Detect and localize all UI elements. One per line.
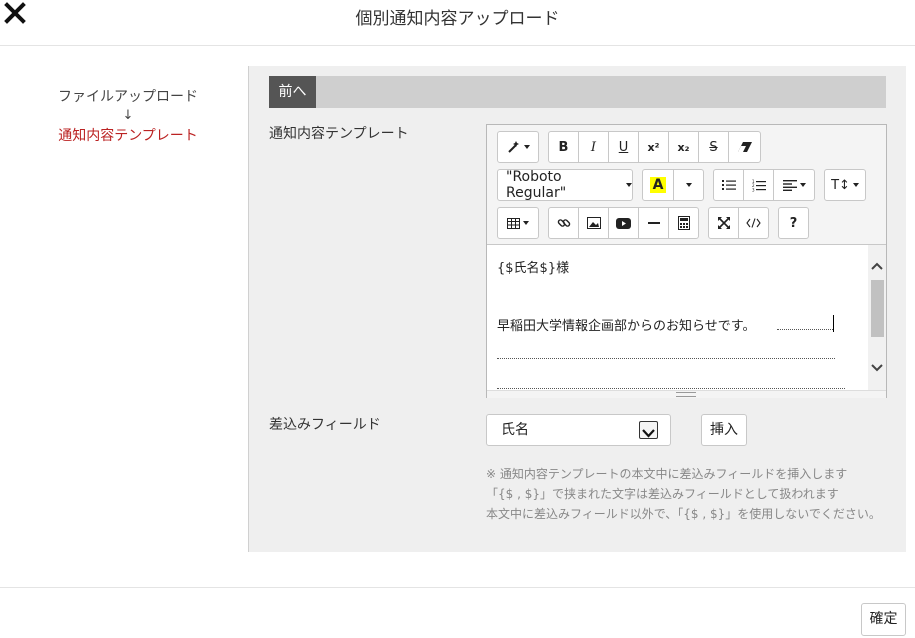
editor-dotted-line [497, 358, 835, 359]
editor-line-intro: 早稲田大学情報企画部からのお知らせです。 [497, 319, 756, 334]
prev-button[interactable]: 前へ [269, 76, 316, 108]
magic-wand-icon [507, 141, 519, 153]
scroll-up-icon[interactable] [871, 261, 883, 271]
code-view-button[interactable] [738, 207, 769, 239]
template-label: 通知内容テンプレート [269, 126, 409, 142]
dialog-header: 個別通知内容アップロード [0, 0, 915, 46]
horizontal-rule-button[interactable] [638, 207, 669, 239]
step-template-current: 通知内容テンプレート [58, 128, 198, 144]
bold-button[interactable]: B [548, 131, 579, 163]
font-family-dropdown[interactable]: "Roboto Regular" [497, 169, 633, 201]
code-icon [746, 218, 761, 228]
editor-line-salutation: {$氏名$}様 [497, 261, 570, 276]
underline-button[interactable]: U [608, 131, 639, 163]
link-button[interactable] [548, 207, 579, 239]
insert-button[interactable]: 挿入 [701, 414, 747, 446]
confirm-button[interactable]: 確定 [861, 603, 906, 636]
merge-field-label: 差込みフィールド [269, 417, 381, 433]
expand-icon [717, 217, 730, 229]
font-family-value: "Roboto Regular" [506, 169, 567, 201]
align-dropdown[interactable] [773, 169, 815, 201]
help-button[interactable]: ? [778, 207, 809, 239]
video-button[interactable] [608, 207, 639, 239]
dialog-title: 個別通知内容アップロード [355, 9, 560, 29]
editor-scrollbar[interactable] [868, 245, 886, 390]
calculator-icon [677, 216, 690, 230]
table-icon [507, 217, 520, 229]
select-arrow-icon [639, 421, 658, 439]
editor-content[interactable]: {$氏名$}様 早稲田大学情報企画部からのお知らせです。 [487, 244, 886, 390]
scroll-down-icon[interactable] [871, 363, 883, 373]
editor-dotted-line [777, 329, 833, 330]
eraser-icon [737, 142, 752, 152]
table-dropdown[interactable] [497, 207, 539, 239]
note-line-3: 本文中に差込みフィールド以外で、「{$ , $}」を使用しないでください。 [486, 507, 881, 521]
numbered-list-button[interactable]: 1 2 3 [743, 169, 774, 201]
highlight-icon: A [649, 177, 667, 193]
font-size-icon: T↕ [831, 177, 850, 193]
note-line-2: 「{$ , $}」で挟まれた文字は差込みフィールドとして扱われます [486, 487, 839, 501]
dialog-footer: 確定 [0, 587, 915, 638]
step-arrow: ↓ [122, 108, 134, 123]
rich-text-editor: B I U x² x₂ S "Roboto Regular" A 1 2 3 T… [486, 124, 887, 398]
font-size-dropdown[interactable]: T↕ [824, 169, 866, 201]
scrollbar-thumb[interactable] [871, 280, 884, 337]
step-file-upload: ファイルアップロード [58, 89, 198, 105]
subscript-button[interactable]: x₂ [668, 131, 699, 163]
toolbar-row-1: B I U x² x₂ S [497, 131, 770, 163]
editor-dotted-line [497, 388, 845, 389]
superscript-button[interactable]: x² [638, 131, 669, 163]
step-indicator: ファイルアップロード ↓ 通知内容テンプレート [40, 86, 216, 145]
highlight-dropdown[interactable] [673, 169, 704, 201]
main-panel: 前へ 通知内容テンプレート B I U x² x₂ S "Roboto Regu… [248, 66, 906, 552]
note-line-1: ※ 通知内容テンプレートの本文中に差込みフィールドを挿入します [486, 467, 848, 481]
help-notes: ※ 通知内容テンプレートの本文中に差込みフィールドを挿入します 「{$ , $}… [486, 464, 881, 524]
resize-grip-icon [676, 392, 696, 397]
toolbar-row-3: ? [497, 207, 818, 239]
numbered-list-icon: 1 2 3 [752, 179, 766, 192]
link-icon [557, 219, 570, 227]
svg-text:3: 3 [752, 187, 755, 192]
style-button[interactable] [497, 131, 539, 163]
italic-button[interactable]: I [578, 131, 609, 163]
image-button[interactable] [578, 207, 609, 239]
toolbar-row-2: "Roboto Regular" A 1 2 3 T↕ [497, 169, 875, 201]
bullet-list-button[interactable] [713, 169, 744, 201]
nav-bar: 前へ [269, 76, 886, 108]
eraser-button[interactable] [728, 131, 761, 163]
highlight-button[interactable]: A [642, 169, 674, 201]
image-icon [586, 217, 601, 229]
strikethrough-button[interactable]: S [698, 131, 729, 163]
video-icon [616, 217, 631, 229]
merge-field-value: 氏名 [501, 422, 529, 438]
bullet-list-icon [721, 180, 736, 190]
editor-resize-handle[interactable] [487, 390, 886, 398]
calculator-button[interactable] [668, 207, 699, 239]
align-left-icon [782, 180, 797, 191]
merge-field-select[interactable]: 氏名 [486, 414, 671, 446]
horizontal-rule-icon [647, 222, 660, 224]
fullscreen-button[interactable] [708, 207, 739, 239]
text-cursor [833, 315, 834, 332]
